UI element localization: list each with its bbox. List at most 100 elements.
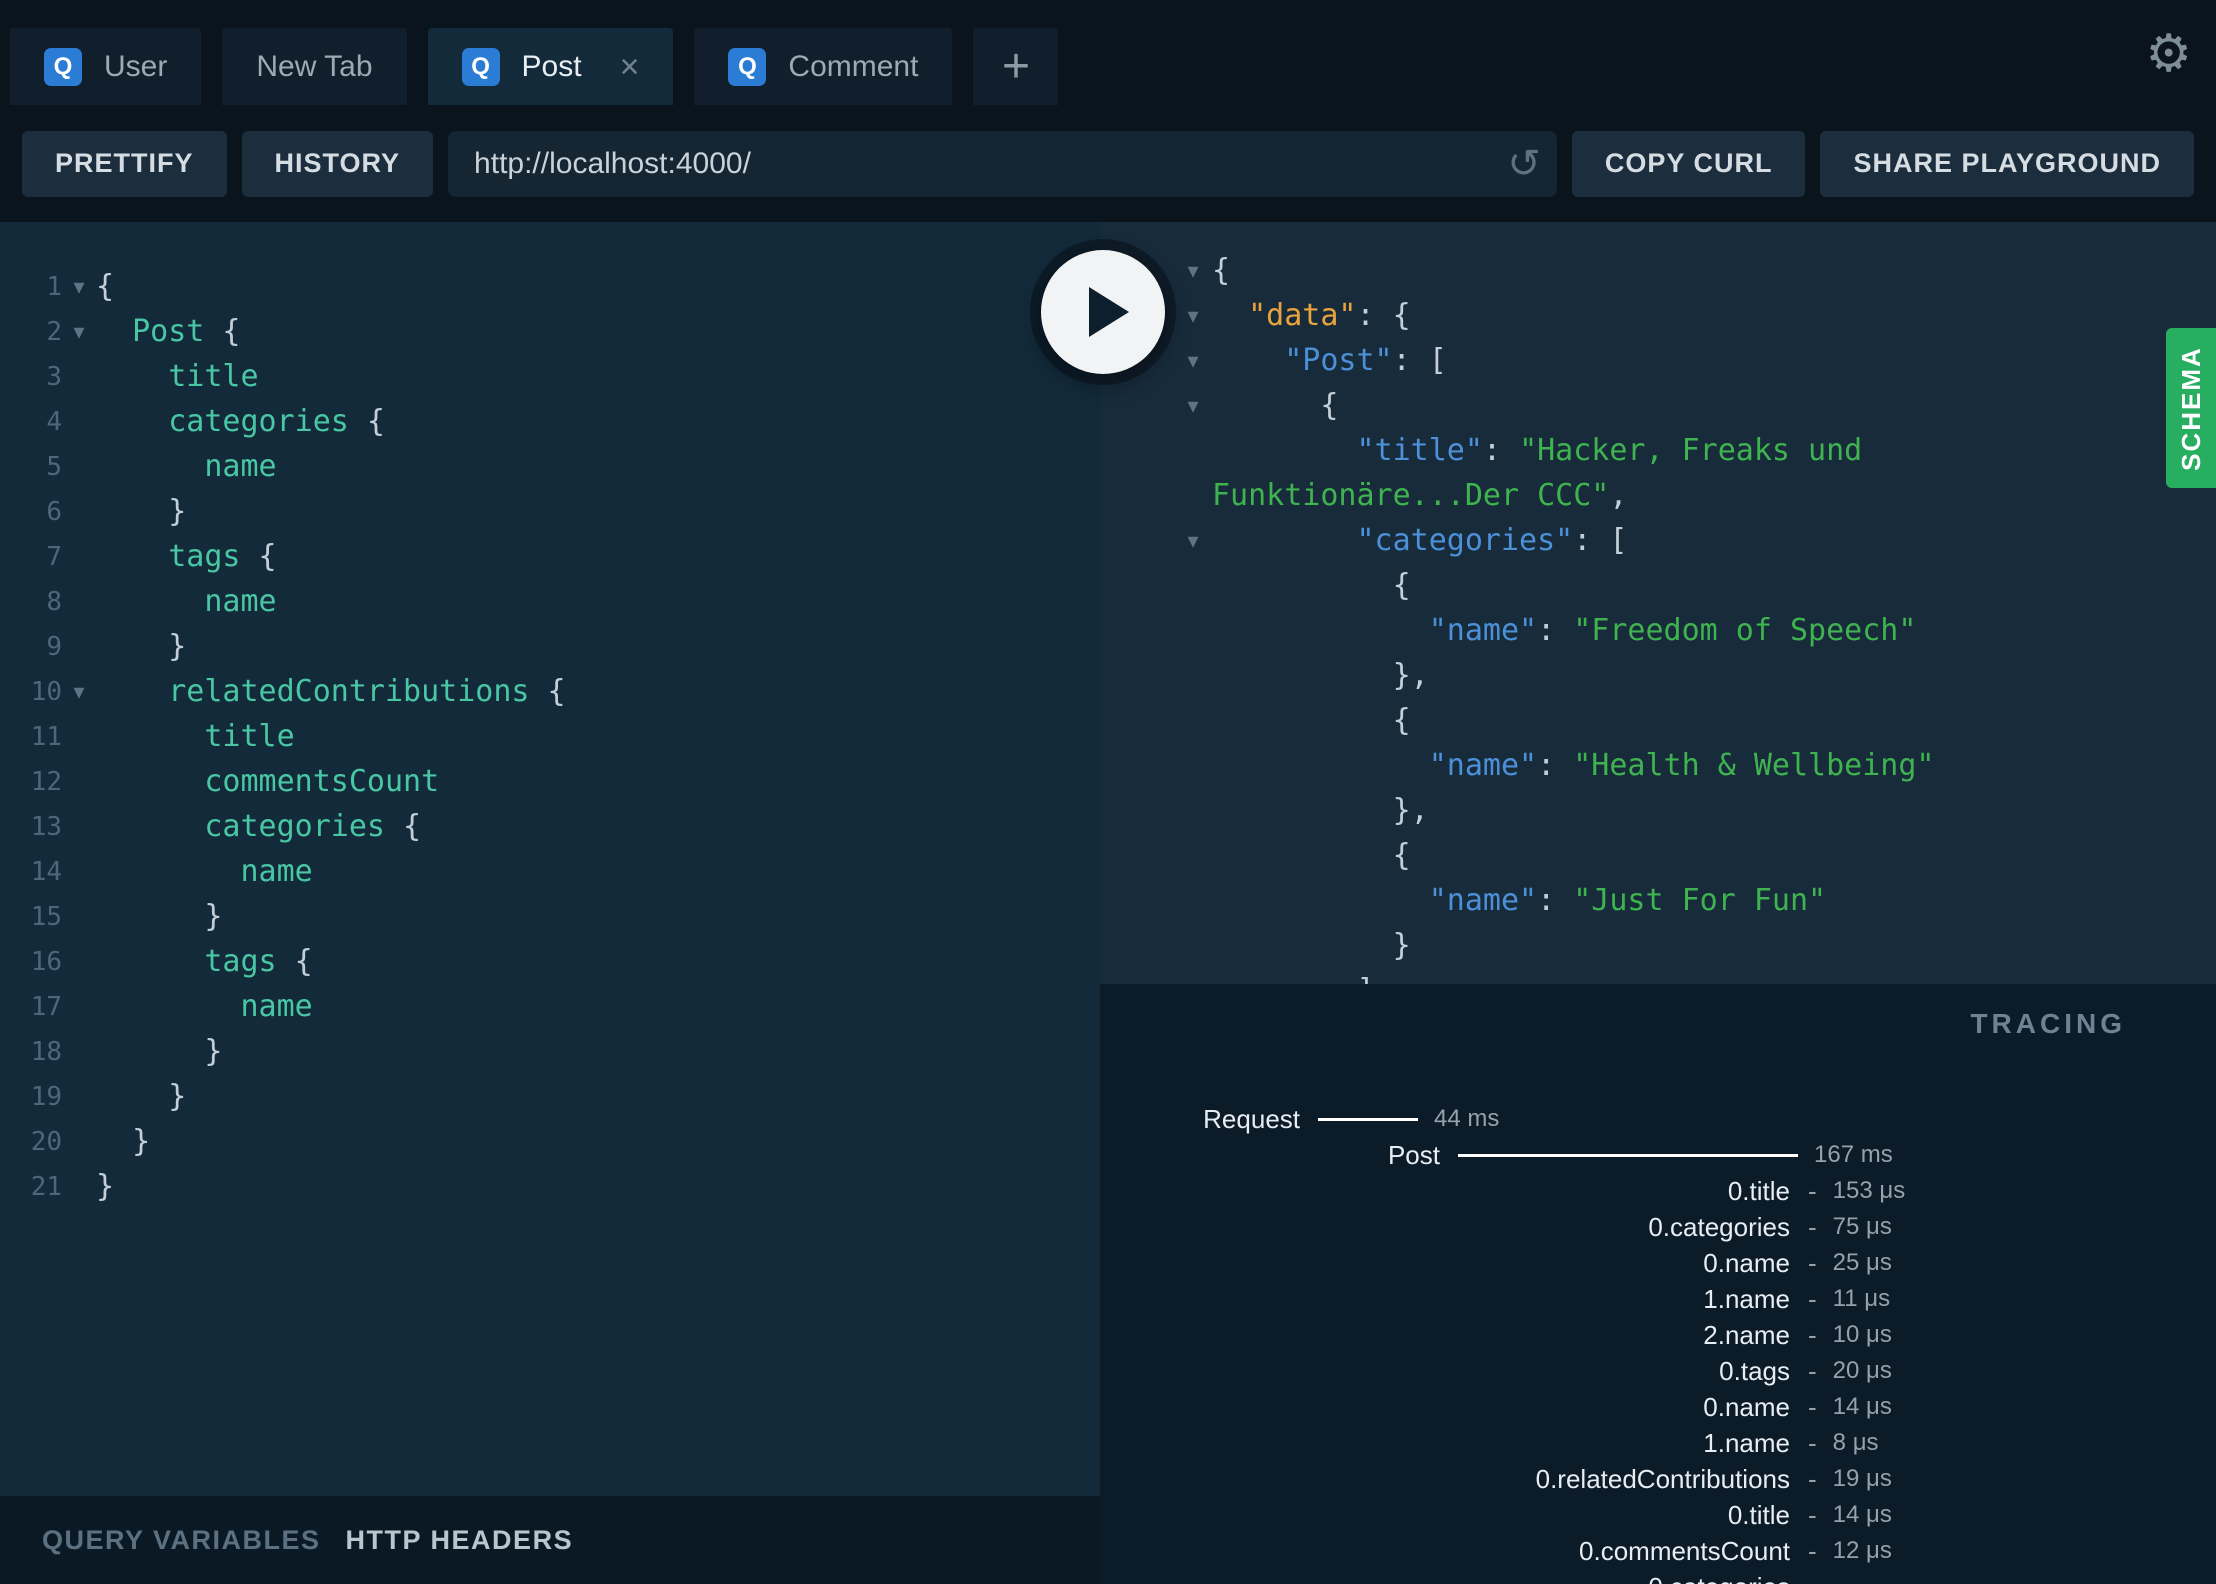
response-line: { — [1174, 563, 2216, 608]
code-text: { — [1212, 388, 1338, 423]
editor-line: 21} — [10, 1164, 1100, 1209]
fold-arrow-icon[interactable]: ▾ — [1174, 303, 1212, 329]
schema-tab[interactable]: SCHEMA — [2166, 328, 2216, 488]
tracing-dash: - — [1808, 1535, 1817, 1566]
tab-post[interactable]: Q Post × — [427, 28, 674, 105]
editor-line: 11 title — [10, 714, 1100, 759]
tracing-row: 0.title -153 μs — [1100, 1173, 2216, 1209]
code-text: { — [1212, 568, 1411, 603]
plus-icon: + — [1001, 39, 1030, 93]
code-text: } — [96, 494, 186, 529]
editor-lines[interactable]: 1 ▾{2 ▾ Post {3 title 4 categories {5 name 6… — [0, 222, 1100, 1496]
tab-user[interactable]: Q User — [10, 28, 202, 105]
line-number: 16 — [30, 946, 62, 977]
code-token: "name" — [1428, 883, 1538, 918]
code-token: { — [204, 314, 241, 349]
editor-line: 7 tags { — [10, 534, 1100, 579]
tracing-value: 167 ms — [1814, 1141, 1893, 1168]
fold-arrow-icon[interactable]: ▾ — [62, 679, 96, 705]
code-token: relatedContributions — [168, 674, 530, 709]
tracing-row: 0.commentsCount -12 μs — [1100, 1533, 2216, 1569]
reload-icon: ↺ — [1507, 141, 1541, 186]
response-line: } — [1174, 923, 2216, 968]
tracing-value: 10 μs — [1832, 1321, 1892, 1348]
execute-button[interactable] — [1041, 250, 1165, 374]
code-text: Post { — [96, 314, 241, 349]
tracing-row: 0.title -14 μs — [1100, 1497, 2216, 1533]
code-text: Funktionäre...Der CCC", — [1212, 478, 1627, 513]
code-token: title — [204, 719, 295, 754]
code-token: { — [385, 809, 422, 844]
prettify-button[interactable]: PRETTIFY — [22, 130, 227, 197]
code-text: "data": { — [1212, 298, 1411, 333]
tracing-row: 0.categories - — [1100, 1569, 2216, 1584]
code-text: relatedContributions { — [96, 674, 566, 709]
new-tab-button[interactable]: + — [973, 28, 1059, 105]
code-token: : [ — [1392, 343, 1447, 378]
close-icon[interactable]: × — [620, 50, 640, 84]
code-token: { — [240, 539, 277, 574]
code-token: { — [529, 674, 566, 709]
editor-line: 1 ▾{ — [10, 264, 1100, 309]
tracing-dash: - — [1808, 1247, 1817, 1278]
editor-line: 20 } — [10, 1119, 1100, 1164]
code-token: } — [168, 629, 187, 664]
fold-arrow-icon[interactable]: ▾ — [1174, 348, 1212, 374]
tab-comment[interactable]: Q Comment — [694, 28, 953, 105]
editor-footer: QUERY VARIABLES HTTP HEADERS — [0, 1496, 1100, 1584]
tracing-dash: - — [1808, 1319, 1817, 1350]
code-text: tags { — [96, 539, 277, 574]
code-token: } — [168, 1079, 187, 1114]
tracing-panel[interactable]: TRACING Request 44 ms Post 167 ms 0.title -15… — [1100, 984, 2216, 1584]
endpoint-input[interactable] — [448, 130, 1557, 197]
fold-arrow-icon[interactable]: ▾ — [1174, 528, 1212, 554]
fold-arrow-icon[interactable]: ▾ — [1174, 393, 1212, 419]
tracing-label: 0.commentsCount — [1579, 1535, 1790, 1566]
tracing-value: 11 μs — [1832, 1285, 1891, 1312]
code-token: commentsCount — [204, 764, 440, 799]
response-line: "name": "Health & Wellbeing" — [1174, 743, 2216, 788]
code-token: "Health & Wellbeing" — [1573, 748, 1935, 783]
code-token: name — [240, 854, 313, 889]
response-line: { — [1174, 833, 2216, 878]
code-text: } — [1212, 928, 1411, 963]
settings-button[interactable]: ⚙ — [2145, 28, 2192, 80]
history-button[interactable]: HISTORY — [241, 130, 434, 197]
fold-arrow-icon[interactable]: ▾ — [62, 319, 96, 345]
query-variables-toggle[interactable]: QUERY VARIABLES — [42, 1525, 321, 1556]
fold-arrow-icon[interactable]: ▾ — [1174, 258, 1212, 284]
tracing-label: Post — [1387, 1139, 1440, 1170]
line-number: 21 — [30, 1171, 62, 1202]
reload-button[interactable]: ↺ — [1507, 144, 1541, 184]
tracing-label: 1.name — [1703, 1427, 1790, 1458]
line-number: 6 — [46, 496, 62, 527]
line-number: 4 — [46, 406, 62, 437]
response-line: ▾ "Post": [ — [1174, 338, 2216, 383]
share-playground-button[interactable]: SHARE PLAYGROUND — [1820, 130, 2194, 197]
code-text: { — [1212, 703, 1411, 738]
tracing-value: 44 ms — [1434, 1105, 1500, 1132]
fold-arrow-icon[interactable]: ▾ — [62, 274, 96, 300]
response-line: }, — [1174, 788, 2216, 833]
code-text: "name": "Health & Wellbeing" — [1212, 748, 1935, 783]
tracing-bar — [1458, 1153, 1798, 1157]
code-text: { — [1212, 838, 1411, 873]
code-token: } — [1392, 928, 1411, 963]
code-text: title — [96, 359, 258, 394]
editor-line: 13 categories { — [10, 804, 1100, 849]
copy-curl-button[interactable]: COPY CURL — [1571, 130, 1806, 197]
code-token: : [ — [1573, 523, 1628, 558]
editor-line: 4 categories { — [10, 399, 1100, 444]
code-token: { — [1320, 388, 1339, 423]
code-text: name — [96, 584, 276, 619]
query-editor-pane: 1 ▾{2 ▾ Post {3 title 4 categories {5 name 6… — [0, 222, 1100, 1584]
http-headers-toggle[interactable]: HTTP HEADERS — [346, 1525, 574, 1556]
tab-new-tab[interactable]: New Tab — [222, 28, 407, 105]
editor-line: 5 name — [10, 444, 1100, 489]
code-token: : — [1537, 613, 1574, 648]
code-text: } — [96, 1079, 186, 1114]
code-token: "Hacker, Freaks und — [1519, 433, 1863, 468]
code-token: name — [240, 989, 313, 1024]
tracing-row: Post 167 ms — [1100, 1137, 2216, 1173]
tracing-row: Request 44 ms — [1100, 1101, 2216, 1137]
